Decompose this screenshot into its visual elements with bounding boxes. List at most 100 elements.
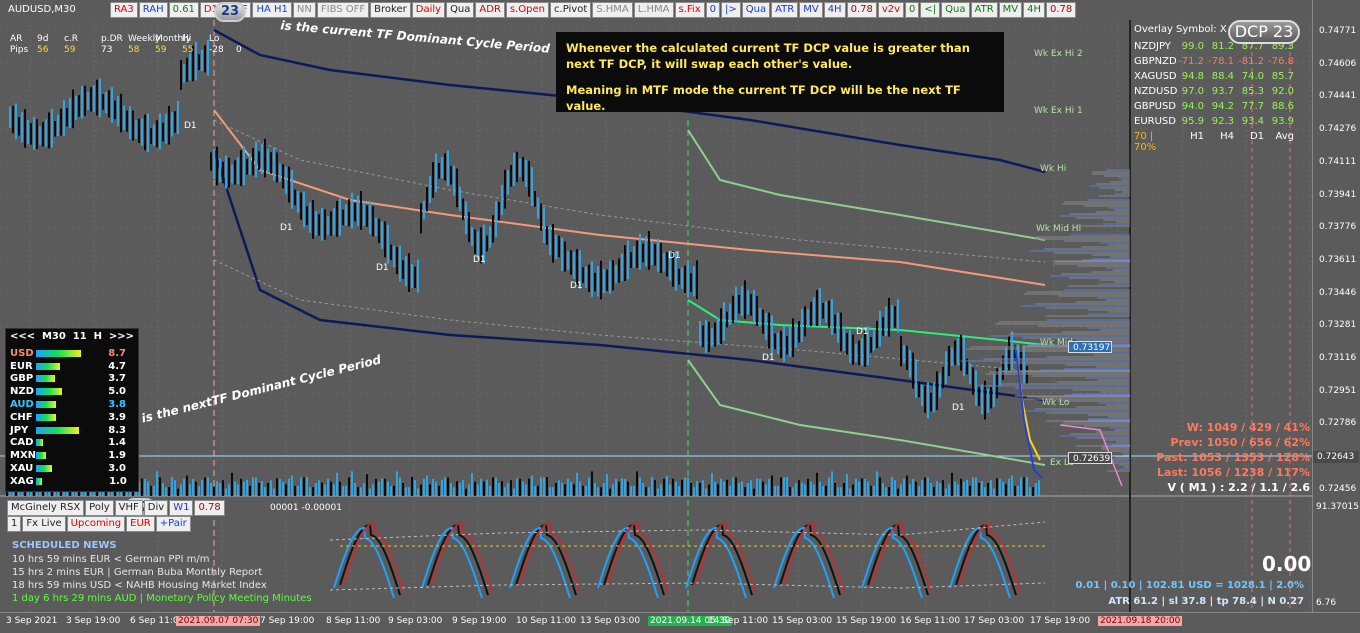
volume-bar <box>597 487 599 496</box>
volume-bar <box>612 484 614 496</box>
time-axis[interactable]: 3 Sep 2021 3 Sep 19:00 6 Sep 11:00 2021.09.… <box>0 612 1360 633</box>
news-item[interactable]: 10 hrs 59 mins EUR < German PPI m/m <box>12 553 312 566</box>
volume-bar <box>579 481 581 496</box>
toolbar-button-l-hma[interactable]: L.HMA <box>633 2 674 18</box>
volume-bar <box>519 478 521 496</box>
volume-bar <box>885 487 887 496</box>
volume-bar <box>255 477 257 496</box>
toolbar-button-s-open[interactable]: s.Open <box>505 2 550 18</box>
price-axis[interactable]: 0.74771 0.74606 0.74441 0.74276 0.74111 0.739… <box>1312 0 1360 612</box>
toolbar-button-0-78[interactable]: 0.78 <box>1046 2 1077 18</box>
toolbar-button-s-hma[interactable]: S.HMA <box>592 2 633 18</box>
volume-bar <box>168 487 170 496</box>
toolbar-button-v2v[interactable]: v2v <box>877 2 905 18</box>
volume-bar <box>504 487 506 496</box>
d1-marker: D1 <box>762 353 775 363</box>
toolbar-button-0-78[interactable]: 0.78 <box>846 2 877 18</box>
volume-bar <box>921 479 923 496</box>
volume-bar <box>681 479 683 496</box>
news-tab-eur[interactable]: EUR <box>126 516 155 532</box>
volume-bar <box>540 477 542 496</box>
toolbar-button-4h[interactable]: 4H <box>823 2 846 18</box>
volume-bar <box>981 481 983 496</box>
volume-bar <box>933 487 935 496</box>
pips-value: 59 <box>155 45 167 55</box>
toolbar-button-mv[interactable]: MV <box>799 2 823 18</box>
news-item[interactable]: 1 day 6 hrs 29 mins AUD | Monetary Polic… <box>12 592 312 605</box>
level-label: Wk Lo <box>1042 398 1070 408</box>
toolbar-button-nn[interactable]: NN <box>292 2 316 18</box>
toolbar-button-[interactable]: <| <box>920 2 941 18</box>
volume-bar <box>435 481 437 496</box>
volume-bar <box>510 480 512 496</box>
volume-bar <box>897 488 899 496</box>
toolbar-button-mv[interactable]: MV <box>998 2 1023 18</box>
volume-bar <box>687 477 689 496</box>
toolbar-button-s-fix[interactable]: s.Fix <box>674 2 705 18</box>
volume-bar <box>792 487 794 496</box>
news-item[interactable]: 15 hrs 2 mins EUR | German Buba Monthly … <box>12 566 312 579</box>
osc-tab-poly[interactable]: Poly <box>85 500 114 516</box>
osc-tab-0-78[interactable]: 0.78 <box>194 500 225 516</box>
osc-tab-mcginely-rsx[interactable]: McGinely RSX <box>7 500 85 516</box>
toolbar-button-ra3[interactable]: RA3 <box>110 2 138 18</box>
volume-bar <box>912 478 914 496</box>
volume-bar <box>405 487 407 496</box>
osc-tab-w1[interactable]: W1 <box>169 500 194 516</box>
strength-next-button[interactable]: >>> <box>109 331 134 345</box>
volume-bar <box>891 477 893 496</box>
volume-bar <box>750 480 752 496</box>
news-tab-pair[interactable]: +Pair <box>155 516 191 532</box>
overlay-value: -71.2 <box>1178 56 1204 67</box>
range-stats: W: 1049 / 429 / 41% Prev: 1050 / 656 / 6… <box>1116 420 1310 495</box>
volume-bar <box>654 480 656 496</box>
toolbar-button-fibs-off[interactable]: FIBS OFF <box>316 2 370 18</box>
volume-bar <box>252 477 254 496</box>
volume-bar <box>852 484 854 496</box>
toolbar-button-qua[interactable]: Qua <box>741 2 771 18</box>
volume-bar <box>546 477 548 496</box>
volume-bar <box>651 477 653 496</box>
volume-bar <box>528 478 530 496</box>
overlay-value: 92.0 <box>1271 86 1294 97</box>
toolbar-button-daily[interactable]: Daily <box>411 2 446 18</box>
volume-bar <box>507 483 509 496</box>
volume-bar <box>936 481 938 496</box>
price-tick: 0.72456 <box>1319 483 1357 494</box>
toolbar-button-atr[interactable]: ATR <box>970 2 998 18</box>
toolbar-button-[interactable]: |> <box>721 2 741 18</box>
volume-bar <box>318 480 320 496</box>
toolbar-button-atr[interactable]: ATR <box>771 2 799 18</box>
toolbar-button-0[interactable]: 0 <box>705 2 720 18</box>
pips-value: 55 <box>182 45 194 55</box>
pips-table: AR 9d c.R p.DR Weekly Monthly Hi Lo Pips 56 59 73 5… <box>10 34 263 56</box>
volume-bar <box>303 477 305 496</box>
toolbar-button-c-pivot[interactable]: c.Pivot <box>550 2 592 18</box>
volume-bar <box>819 481 821 496</box>
toolbar-button-0[interactable]: 0 <box>905 2 920 18</box>
strength-prev-button[interactable]: <<< <box>10 331 35 345</box>
volume-bar <box>759 478 761 496</box>
toolbar-button-broker[interactable]: Broker <box>370 2 411 18</box>
volume-bar <box>1014 485 1016 496</box>
volume-bar <box>357 487 359 496</box>
news-tab-fx-live[interactable]: Fx Live <box>22 516 66 532</box>
volume-bar <box>867 481 869 496</box>
osc-tab-div[interactable]: Div <box>143 500 169 516</box>
oscillator-axis-bottom: 6.76 <box>1316 598 1337 608</box>
volume-bar <box>162 483 164 496</box>
volume-bar <box>417 488 419 496</box>
overlay-col-header: H4 <box>1220 131 1234 142</box>
pips-header: Hi <box>182 34 192 44</box>
toolbar-button-adr[interactable]: ADR <box>475 2 505 18</box>
osc-tab-vhf[interactable]: VHF <box>114 500 143 516</box>
toolbar-button-ha-h1[interactable]: HA H1 <box>252 2 292 18</box>
news-tab-1[interactable]: 1 <box>7 516 22 532</box>
toolbar-button-qua[interactable]: Qua <box>446 2 475 18</box>
toolbar-button-rah[interactable]: RAH <box>138 2 168 18</box>
toolbar-button-0-61[interactable]: 0.61 <box>168 2 199 18</box>
news-item[interactable]: 18 hrs 59 mins USD < NAHB Housing Market… <box>12 579 312 592</box>
toolbar-button-qua[interactable]: Qua <box>941 2 970 18</box>
news-tab-upcoming[interactable]: Upcoming <box>66 516 126 532</box>
toolbar-button-4h[interactable]: 4H <box>1023 2 1045 18</box>
